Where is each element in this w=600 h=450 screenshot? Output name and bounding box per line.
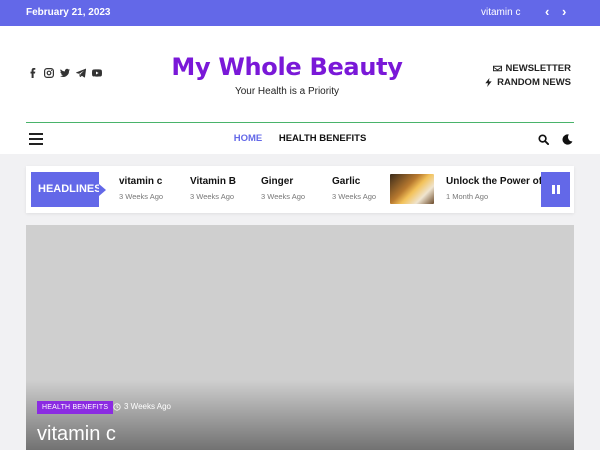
ticker-item[interactable]: Garlic 3 Weeks Ago [332,176,376,201]
header-links: NEWSLETTER RANDOM NEWS [484,61,571,89]
trending-link[interactable]: vitamin c [481,7,520,18]
featured-post-meta: 3 Weeks Ago [113,402,171,411]
ticker-item-time: 3 Weeks Ago [332,192,377,201]
ticker-item-title[interactable]: Garlic [332,176,376,187]
random-news-link[interactable]: RANDOM NEWS [484,75,571,89]
ticker-item[interactable]: Unlock the Power of Na 1 Month Ago [446,176,546,201]
nav-menu: HOME HEALTH BENEFITS [26,133,574,144]
featured-post[interactable]: HEALTH BENEFITS 3 Weeks Ago vitamin c [26,225,574,450]
header-divider [26,122,574,123]
ticker-item[interactable]: Vitamin B 3 Weeks Ago [190,176,236,201]
ticker-item-time: 3 Weeks Ago [190,192,235,201]
main-navigation: HOME HEALTH BENEFITS [26,126,574,150]
dark-mode-moon-icon[interactable] [562,132,573,150]
trending-next-button[interactable]: › [562,4,566,20]
featured-post-title[interactable]: vitamin c [37,423,116,446]
featured-category-badge[interactable]: HEALTH BENEFITS [37,401,114,414]
ticker-item-title[interactable]: vitamin c [119,176,163,187]
nav-item-health-benefits[interactable]: HEALTH BENEFITS [279,133,366,144]
newsletter-link[interactable]: NEWSLETTER [484,61,571,75]
ticker-item[interactable]: vitamin c 3 Weeks Ago [119,176,163,201]
ticker-item-title[interactable]: Ginger [261,176,305,187]
ticker-item-time: 3 Weeks Ago [119,192,164,201]
nav-item-home[interactable]: HOME [234,133,263,144]
headlines-label: HEADLINES [31,172,106,207]
ticker-item-title[interactable]: Vitamin B [190,176,236,187]
clock-icon [113,402,121,411]
ticker-pause-button[interactable] [541,172,570,207]
headlines-ticker: vitamin c 3 Weeks Ago Vitamin B 3 Weeks … [26,166,574,213]
lightning-icon [485,77,492,87]
featured-post-time: 3 Weeks Ago [124,402,171,411]
newsletter-label: NEWSLETTER [505,62,571,74]
top-bar: February 21, 2023 vitamin c ‹ › [0,0,600,26]
ticker-item-time: 3 Weeks Ago [261,192,306,201]
trending-prev-button[interactable]: ‹ [545,4,549,20]
envelope-icon [492,65,502,71]
current-date: February 21, 2023 [26,7,111,18]
random-news-label: RANDOM NEWS [497,76,571,88]
ticker-item-time: 1 Month Ago [446,192,489,201]
ticker-item[interactable]: Ginger 3 Weeks Ago [261,176,305,201]
ticker-item-thumbnail[interactable] [390,174,434,204]
ticker-item-title[interactable]: Unlock the Power of Na [446,176,546,187]
site-header: My Whole Beauty Your Health is a Priorit… [0,26,600,154]
search-icon[interactable] [538,132,549,150]
